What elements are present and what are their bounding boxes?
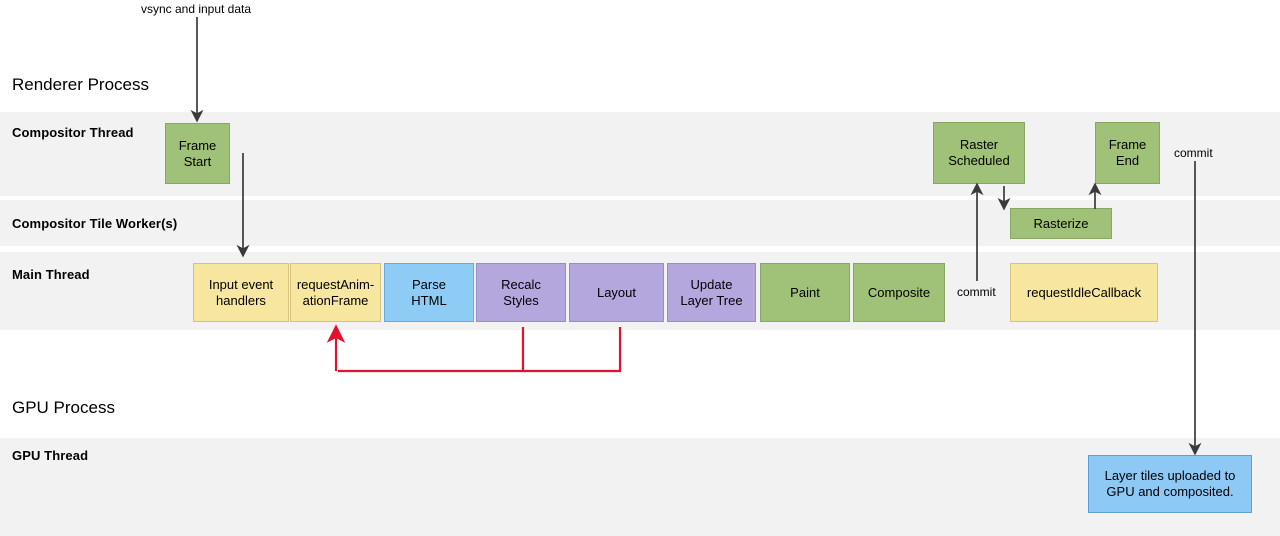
- connector-overlay: [190, 17, 1202, 456]
- loop-recalc-layout-to-raf: [326, 324, 622, 373]
- diagram-canvas: vsync and input data Renderer Process GP…: [0, 0, 1280, 536]
